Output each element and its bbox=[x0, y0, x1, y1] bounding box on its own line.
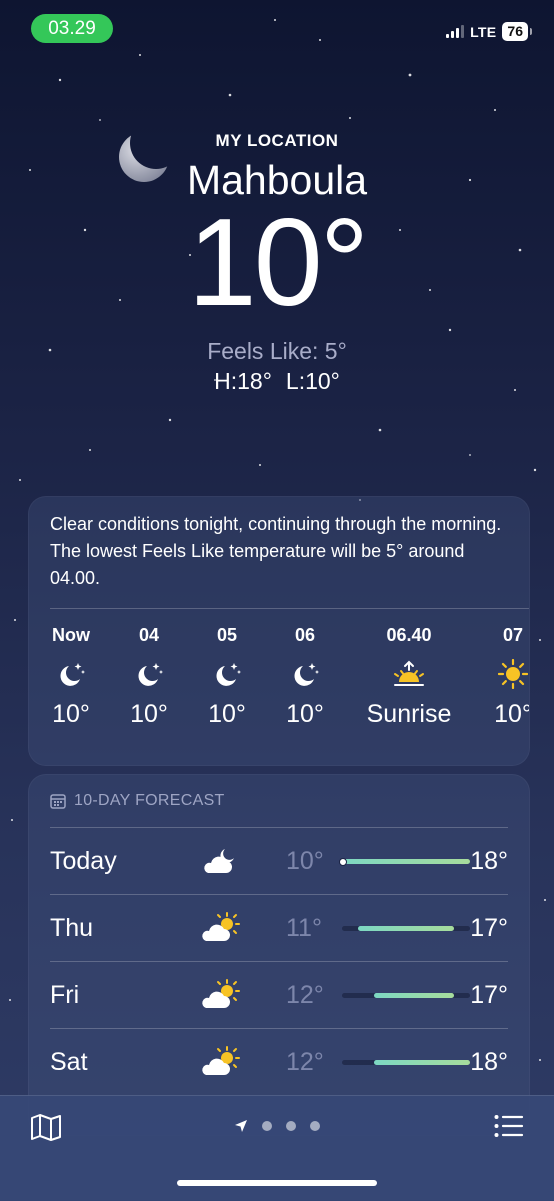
forecast-day: Sat bbox=[50, 1048, 88, 1076]
temperature-range-bar bbox=[342, 926, 470, 931]
forecast-high: 17° bbox=[470, 981, 508, 1009]
hour-temp: 10° bbox=[208, 700, 246, 728]
forecast-high: 18° bbox=[470, 847, 508, 875]
location-arrow-icon bbox=[235, 1120, 247, 1132]
forecast-header-label: 10-DAY FORECAST bbox=[74, 792, 225, 809]
temperature-range-fill bbox=[342, 859, 470, 864]
cloud-sun-icon bbox=[200, 912, 240, 949]
temperature-range-fill bbox=[374, 1060, 470, 1065]
high-low: H:18° L:10° bbox=[0, 368, 554, 395]
temperature-range-fill bbox=[358, 926, 454, 931]
moon-stars-icon bbox=[35, 648, 107, 700]
hour-temp: 10° bbox=[52, 700, 90, 728]
ten-day-forecast-card[interactable]: 10-DAY FORECAST Today 10° 18° Thu 11° 17… bbox=[28, 774, 530, 1136]
hourly-scroll[interactable]: Now 10° 04 10° 05 10° 06 10° 06.40 Sunri… bbox=[29, 622, 530, 752]
current-temp-marker bbox=[339, 858, 347, 866]
forecast-low: 12° bbox=[286, 981, 324, 1009]
hour-temp: 10° bbox=[286, 700, 324, 728]
temperature-range-bar bbox=[342, 993, 470, 998]
cellular-signal-icon bbox=[446, 25, 465, 38]
feels-like: Feels Like: 5° bbox=[207, 338, 347, 364]
forecast-row[interactable]: Sat 12° 18° bbox=[50, 1028, 508, 1095]
forecast-day: Today bbox=[50, 847, 117, 875]
page-indicator[interactable] bbox=[0, 1119, 554, 1133]
forecast-low: 12° bbox=[286, 1048, 324, 1076]
forecast-day: Thu bbox=[50, 914, 94, 942]
moon-stars-icon bbox=[191, 648, 263, 700]
divider bbox=[50, 1028, 508, 1029]
sunrise-icon bbox=[359, 648, 459, 700]
network-type: LTE bbox=[470, 23, 497, 40]
temperature-range-fill bbox=[374, 993, 454, 998]
locations-list-button[interactable] bbox=[494, 1114, 524, 1143]
forecast-low: 11° bbox=[286, 914, 322, 942]
divider bbox=[50, 608, 529, 609]
high-temp: H:18° bbox=[214, 368, 272, 394]
hour-time: 07 bbox=[502, 625, 524, 645]
forecast-row[interactable]: Today 10° 18° bbox=[50, 827, 508, 894]
moon-stars-icon bbox=[113, 648, 185, 700]
hour-temp: Sunrise bbox=[366, 700, 452, 728]
cloud-moon-icon bbox=[200, 845, 240, 882]
forecast-row[interactable]: Thu 11° 17° bbox=[50, 894, 508, 961]
hour-time: Now bbox=[52, 625, 90, 645]
hour-temp: 10° bbox=[130, 700, 168, 728]
hour-item[interactable]: 06 10° bbox=[269, 622, 341, 729]
hour-item[interactable]: 07 10° bbox=[477, 622, 530, 729]
low-temp: L:10° bbox=[285, 368, 340, 394]
forecast-header: 10-DAY FORECAST bbox=[50, 792, 225, 810]
forecast-row[interactable]: Fri 12° 17° bbox=[50, 961, 508, 1028]
cloud-sun-icon bbox=[200, 979, 240, 1016]
list-icon bbox=[494, 1115, 524, 1137]
forecast-low: 10° bbox=[286, 847, 324, 875]
battery-indicator: 76 bbox=[502, 22, 532, 41]
page-dot[interactable] bbox=[310, 1121, 320, 1131]
moon-stars-icon bbox=[269, 648, 341, 700]
hour-time: 04 bbox=[138, 625, 160, 645]
hour-time: 06 bbox=[294, 625, 316, 645]
hour-item[interactable]: 06.40 Sunrise bbox=[359, 622, 459, 729]
status-indicators: LTE 76 bbox=[446, 22, 532, 41]
status-time: 03.29 bbox=[31, 14, 113, 43]
page-dot[interactable] bbox=[286, 1121, 296, 1131]
temperature-range-bar bbox=[342, 1060, 470, 1065]
temperature-range-bar bbox=[339, 858, 470, 866]
divider bbox=[50, 894, 508, 895]
hour-item[interactable]: 04 10° bbox=[113, 622, 185, 729]
hourly-forecast-card[interactable]: Clear conditions tonight, continuing thr… bbox=[28, 496, 530, 766]
location-label: MY LOCATION bbox=[215, 131, 339, 150]
page-dot[interactable] bbox=[262, 1121, 272, 1131]
forecast-high: 17° bbox=[470, 914, 508, 942]
conditions-summary: Clear conditions tonight, continuing thr… bbox=[50, 514, 502, 588]
divider bbox=[50, 827, 508, 828]
hour-temp: 10° bbox=[494, 700, 530, 728]
hour-time: 06.40 bbox=[386, 625, 432, 645]
calendar-icon bbox=[50, 794, 66, 809]
sun-icon bbox=[477, 648, 529, 700]
forecast-day: Fri bbox=[50, 981, 80, 1009]
hour-item[interactable]: Now 10° bbox=[35, 622, 107, 729]
home-indicator[interactable] bbox=[177, 1180, 377, 1186]
forecast-high: 18° bbox=[470, 1048, 508, 1076]
hour-time: 05 bbox=[216, 625, 238, 645]
divider bbox=[50, 961, 508, 962]
cloud-sun-icon bbox=[200, 1046, 240, 1083]
current-temperature: 10° bbox=[187, 194, 370, 332]
hour-item[interactable]: 05 10° bbox=[191, 622, 263, 729]
